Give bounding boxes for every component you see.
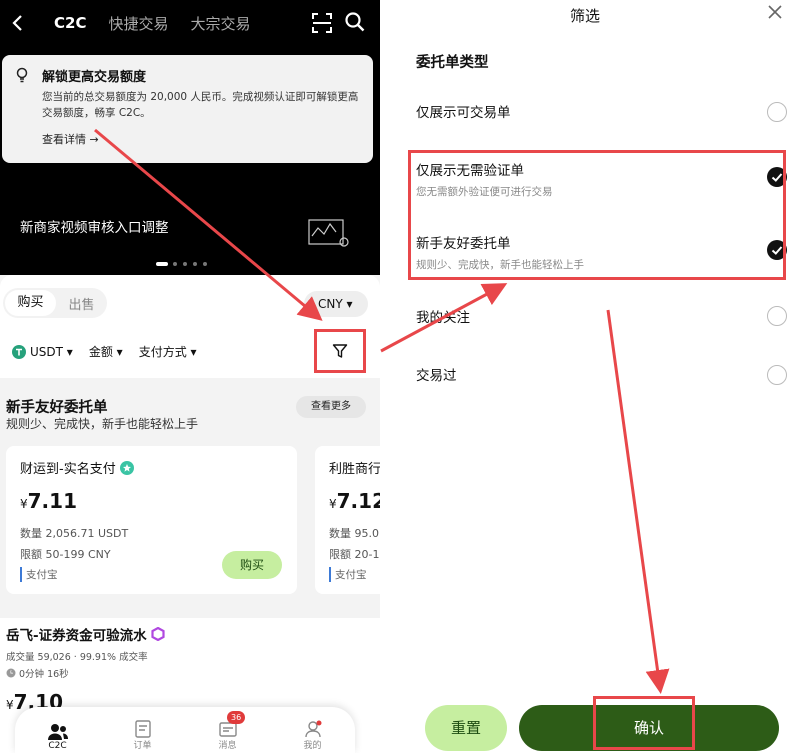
payment-method: 支付宝 xyxy=(329,567,380,582)
nav-orders[interactable]: 订单 xyxy=(100,707,185,753)
carousel-dot xyxy=(173,262,177,266)
filter-coin[interactable]: USDT ▾ xyxy=(30,345,73,359)
lightbulb-icon xyxy=(16,67,28,87)
filter-amount-label: 金额 xyxy=(88,345,113,359)
carousel-dot-active xyxy=(156,262,168,266)
order-type-heading: 委托单类型 xyxy=(416,55,489,71)
filter-amount[interactable]: 金额 ▾ xyxy=(89,343,123,360)
merchant-name: 财运到-实名支付 xyxy=(20,462,116,477)
diamond-badge-icon xyxy=(151,627,165,641)
back-icon[interactable] xyxy=(12,15,24,31)
banner-headline[interactable]: 新商家视频审核入口调整 xyxy=(20,216,169,236)
price-value: 7.11 xyxy=(27,489,77,513)
search-icon[interactable] xyxy=(345,12,365,36)
offer-card[interactable]: 利胜商行 ¥7.12 数量 95.0 限额 20-1 支付宝 xyxy=(315,446,380,594)
reset-button[interactable]: 重置 xyxy=(425,705,507,751)
option-following-radio[interactable] xyxy=(767,306,787,326)
usdt-icon xyxy=(12,344,26,359)
verified-badge-icon xyxy=(119,460,134,475)
notice-title: 解锁更高交易额度 xyxy=(42,70,147,85)
price-value: 7.12 xyxy=(336,489,380,513)
newbie-subtitle: 规则少、完成快，新手也能轻松上手 xyxy=(6,417,199,431)
limit-notice-card[interactable]: 解锁更高交易额度 您当前的总交易额度为 20,000 人民币。完成视频认证即可解… xyxy=(2,55,373,163)
filter-coin-label: USDT xyxy=(30,344,63,359)
screenshot-root: C2C 快捷交易 大宗交易 解锁更高交易额度 您当前的总交易额度为 20,000… xyxy=(0,0,790,753)
merchant-name-row: 岳飞-证券资金可验流水 xyxy=(6,624,165,644)
annotation-highlight-confirm xyxy=(593,696,695,750)
merchant-time: 0分钟 16秒 xyxy=(19,669,69,680)
profile-icon xyxy=(304,720,322,738)
option-tradable-only-radio[interactable] xyxy=(767,102,787,122)
nav-label: 消息 xyxy=(218,741,237,751)
video-review-illustration-icon xyxy=(306,214,352,254)
nav-label: C2C xyxy=(48,741,67,751)
merchant-name-row: 财运到-实名支付 xyxy=(20,458,283,477)
nav-c2c[interactable]: C2C xyxy=(15,707,100,753)
sheet-title: 筛选 xyxy=(569,7,600,25)
newbie-section: 新手友好委托单 规则少、完成快，新手也能轻松上手 查看更多 财运到-实名支付 ¥… xyxy=(0,378,380,618)
merchant-list-item[interactable]: 岳飞-证券资金可验流水 成交量 59,026 · 99.91% 成交率 0分钟 … xyxy=(6,624,165,714)
filter-sheet: 筛选 委托单类型 仅展示可交易单 仅展示无需验证单 您无需额外验证便可进行交易 … xyxy=(380,0,790,753)
quantity: 数量 95.0 xyxy=(329,527,379,540)
option-traded-before-radio[interactable] xyxy=(767,365,787,385)
annotation-highlight-options xyxy=(408,150,786,280)
tab-block-trade[interactable]: 大宗交易 xyxy=(190,13,250,34)
clock-icon xyxy=(6,668,16,678)
buy-tab[interactable]: 购买 xyxy=(5,290,56,316)
scan-icon[interactable] xyxy=(312,13,332,37)
buy-sell-toggle: 购买 出售 xyxy=(3,288,107,318)
nav-label: 订单 xyxy=(133,741,152,751)
top-nav: C2C 快捷交易 大宗交易 xyxy=(0,0,380,46)
merchant-time-row: 0分钟 16秒 xyxy=(6,666,165,680)
nav-profile[interactable]: 我的 xyxy=(270,707,355,753)
nav-label: 我的 xyxy=(303,741,322,751)
price: ¥7.12 xyxy=(329,489,380,513)
sell-tab[interactable]: 出售 xyxy=(56,294,107,313)
filter-payment[interactable]: 支付方式 ▾ xyxy=(139,343,197,360)
merchant-name: 岳飞-证券资金可验流水 xyxy=(6,628,147,644)
close-icon[interactable] xyxy=(766,3,784,21)
funnel-icon xyxy=(332,343,348,359)
carousel-dot xyxy=(183,262,187,266)
users-icon xyxy=(47,723,69,741)
option-label: 仅展示可交易单 xyxy=(416,105,511,121)
filter-payment-label: 支付方式 xyxy=(138,345,187,359)
c2c-market-screen: C2C 快捷交易 大宗交易 解锁更高交易额度 您当前的总交易额度为 20,000… xyxy=(0,0,380,753)
option-label: 我的关注 xyxy=(416,310,470,326)
price-currency: ¥ xyxy=(329,497,337,511)
caret-down-icon: ▾ xyxy=(346,297,353,311)
filter-funnel-button[interactable] xyxy=(314,329,366,373)
merchant-name: 利胜商行 xyxy=(329,462,380,477)
newbie-title: 新手友好委托单 xyxy=(6,400,108,416)
currency-select[interactable]: CNY ▾ xyxy=(304,291,368,317)
option-label: 交易过 xyxy=(416,368,457,384)
limit: 限额 20-1 xyxy=(329,548,380,561)
notice-details-link[interactable]: 查看详情 → xyxy=(42,131,361,147)
tab-quick-trade[interactable]: 快捷交易 xyxy=(108,13,168,34)
carousel-dot xyxy=(193,262,197,266)
orders-icon xyxy=(134,720,152,738)
see-more-button[interactable]: 查看更多 xyxy=(296,396,366,418)
tab-c2c[interactable]: C2C xyxy=(54,14,86,32)
carousel-dot xyxy=(203,262,207,266)
merchant-stats: 成交量 59,026 · 99.91% 成交率 xyxy=(6,652,148,663)
price-currency: ¥ xyxy=(20,497,28,511)
price-currency: ¥ xyxy=(6,698,14,712)
currency-label: CNY xyxy=(318,297,343,311)
quantity: 数量 2,056.71 USDT xyxy=(20,527,129,540)
buy-button[interactable]: 购买 xyxy=(222,551,282,579)
option-following[interactable]: 我的关注 xyxy=(416,306,786,326)
price: ¥7.11 xyxy=(20,489,283,513)
nav-messages[interactable]: 36 消息 xyxy=(185,707,270,753)
bottom-nav: C2C 订单 36 消息 我的 xyxy=(15,707,355,753)
option-tradable-only[interactable]: 仅展示可交易单 xyxy=(416,101,786,121)
message-count-badge: 36 xyxy=(227,711,246,724)
option-traded-before[interactable]: 交易过 xyxy=(416,364,786,384)
notice-body: 您当前的总交易额度为 20,000 人民币。完成视频认证即可解锁更高交易额度，畅… xyxy=(42,91,359,119)
filter-row: USDT ▾ 金额 ▾ 支付方式 ▾ xyxy=(12,343,213,360)
